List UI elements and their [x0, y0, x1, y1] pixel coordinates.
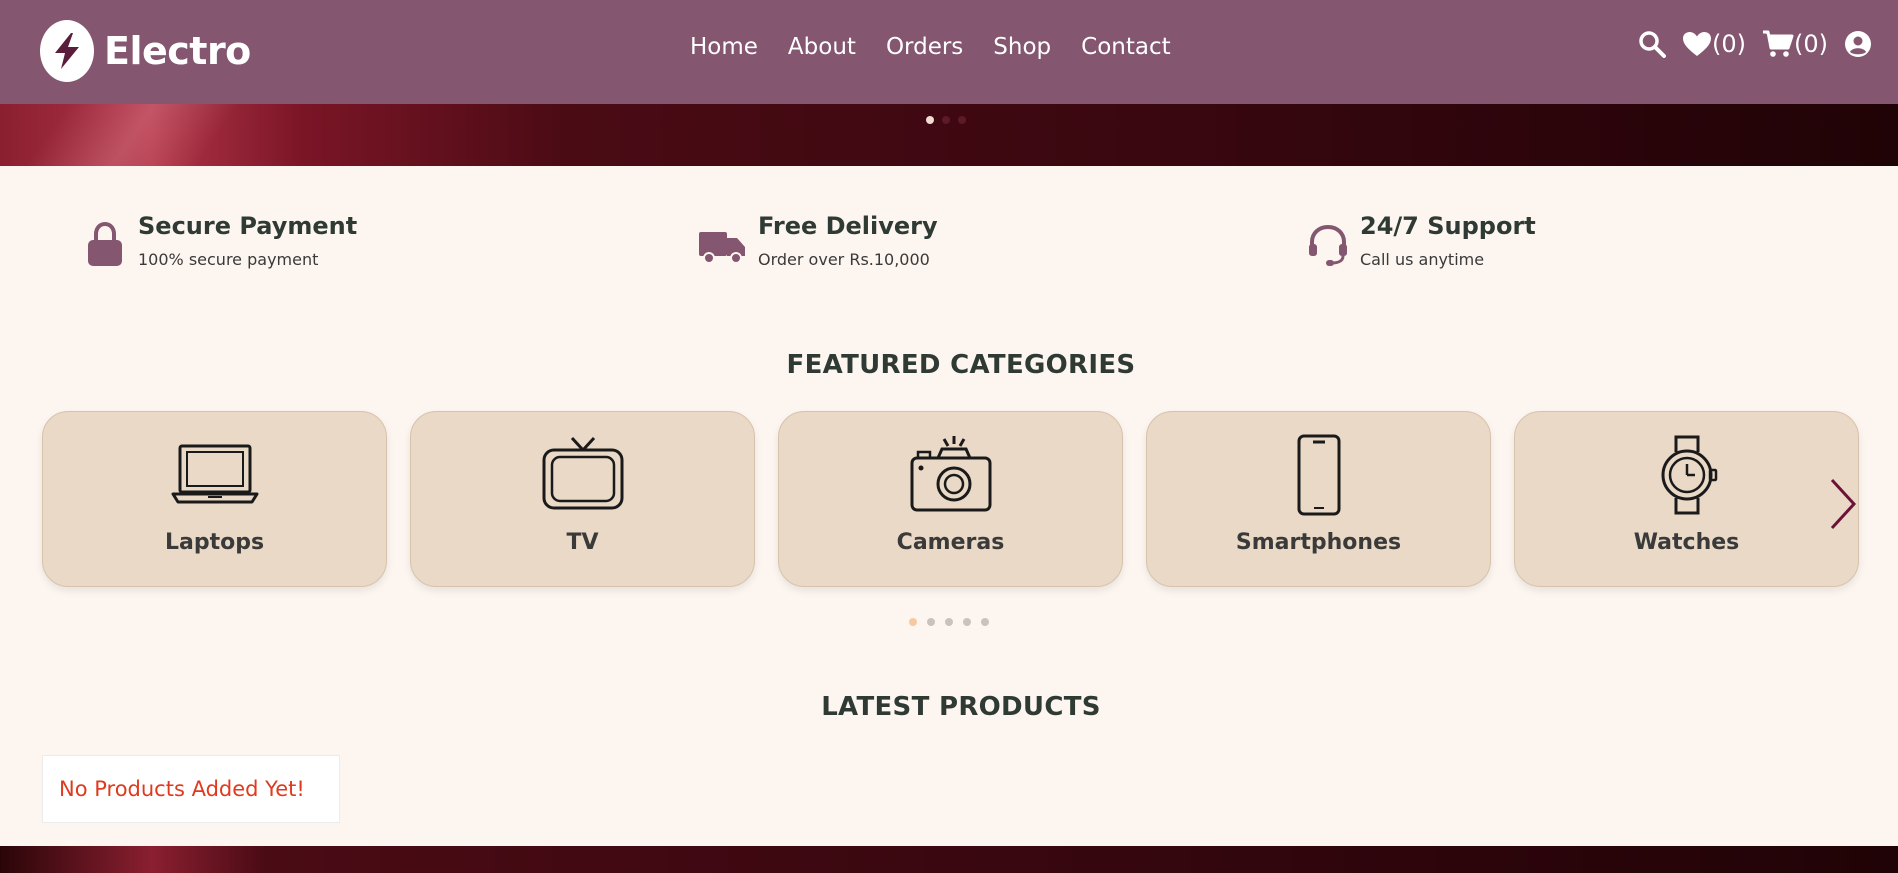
camera-icon	[910, 436, 991, 512]
hero-dot-2[interactable]	[942, 116, 950, 124]
category-dot-2[interactable]	[927, 618, 935, 626]
category-label: Laptops	[164, 530, 265, 555]
brand-logo[interactable]: Electro	[40, 20, 251, 82]
feature-secure-payment: Secure Payment 100% secure payment	[84, 212, 357, 270]
featured-categories-title: FEATURED CATEGORIES	[786, 350, 1136, 380]
search-button[interactable]	[1638, 30, 1666, 58]
hero-dot-3[interactable]	[958, 116, 966, 124]
category-pagination	[909, 618, 989, 626]
wishlist-button[interactable]: (0)	[1682, 30, 1746, 58]
hero-pagination	[926, 116, 966, 124]
cart-count: (0)	[1794, 30, 1828, 58]
watch-icon	[1661, 435, 1717, 515]
cart-button[interactable]: (0)	[1762, 30, 1828, 58]
chevron-right-icon[interactable]	[1828, 474, 1858, 534]
feature-subtitle: 100% secure payment	[138, 250, 319, 269]
category-dot-5[interactable]	[981, 618, 989, 626]
user-circle-icon	[1845, 31, 1871, 57]
feature-subtitle: Call us anytime	[1360, 250, 1485, 269]
search-icon	[1639, 31, 1666, 58]
lightning-bolt-icon	[40, 20, 94, 82]
feature-title: 24/7 Support	[1360, 212, 1536, 240]
category-dot-1[interactable]	[909, 618, 917, 626]
category-label: Cameras	[896, 530, 1005, 555]
lock-icon	[88, 221, 122, 266]
category-dot-3[interactable]	[945, 618, 953, 626]
footer-banner	[0, 846, 1898, 873]
hero-dot-1[interactable]	[926, 116, 934, 124]
feature-free-delivery: Free Delivery Order over Rs.10,000	[696, 212, 938, 270]
main-nav: Home About Orders Shop Contact	[690, 34, 1201, 60]
feature-support: 24/7 Support Call us anytime	[1306, 212, 1536, 270]
category-card-cameras[interactable]: Cameras	[778, 411, 1123, 587]
truck-icon	[699, 232, 745, 264]
empty-products-message: No Products Added Yet!	[42, 755, 340, 823]
feature-subtitle: Order over Rs.10,000	[758, 250, 930, 269]
smartphone-icon	[1297, 434, 1340, 516]
nav-link-orders[interactable]: Orders	[886, 34, 963, 60]
category-card-tv[interactable]: TV	[410, 411, 755, 587]
hero-banner	[0, 104, 1898, 166]
hero-decoration	[0, 104, 300, 166]
category-card-watches[interactable]: Watches	[1514, 411, 1859, 587]
brand-name: Electro	[104, 29, 251, 73]
account-button[interactable]	[1844, 30, 1872, 58]
laptop-icon	[171, 444, 258, 504]
nav-link-shop[interactable]: Shop	[993, 34, 1051, 60]
nav-actions: (0) (0)	[1622, 30, 1872, 58]
category-label: TV	[566, 530, 599, 555]
nav-link-about[interactable]: About	[788, 34, 856, 60]
headset-icon	[1309, 224, 1347, 266]
category-label: Smartphones	[1235, 530, 1402, 555]
cart-icon	[1763, 30, 1794, 57]
category-card-laptops[interactable]: Laptops	[42, 411, 387, 587]
tv-icon	[542, 436, 623, 510]
nav-link-contact[interactable]: Contact	[1081, 34, 1170, 60]
wishlist-count: (0)	[1712, 30, 1746, 58]
heart-icon	[1683, 32, 1711, 56]
category-dot-4[interactable]	[963, 618, 971, 626]
feature-title: Free Delivery	[758, 212, 938, 240]
category-label: Watches	[1633, 530, 1740, 555]
latest-products-title: LATEST PRODUCTS	[821, 692, 1101, 722]
category-card-smartphones[interactable]: Smartphones	[1146, 411, 1491, 587]
feature-title: Secure Payment	[138, 212, 358, 240]
nav-link-home[interactable]: Home	[690, 34, 758, 60]
navbar: Electro Home About Orders Shop Contact (…	[0, 0, 1898, 104]
